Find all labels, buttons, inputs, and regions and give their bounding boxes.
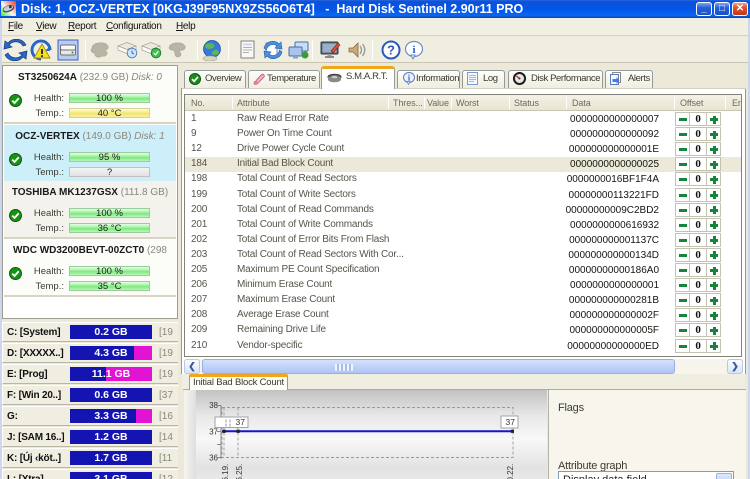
svg-text:37: 37	[506, 417, 516, 427]
svg-text:06.25.: 06.25.	[235, 464, 244, 479]
svg-text:i: i	[412, 44, 415, 56]
svg-text:10.22.: 10.22.	[506, 464, 515, 479]
svg-text:¦ ¦: ¦ ¦	[225, 418, 231, 427]
svg-text:06.19.: 06.19.	[221, 464, 230, 479]
svg-text:37: 37	[236, 417, 246, 427]
svg-text:?: ?	[387, 43, 395, 58]
